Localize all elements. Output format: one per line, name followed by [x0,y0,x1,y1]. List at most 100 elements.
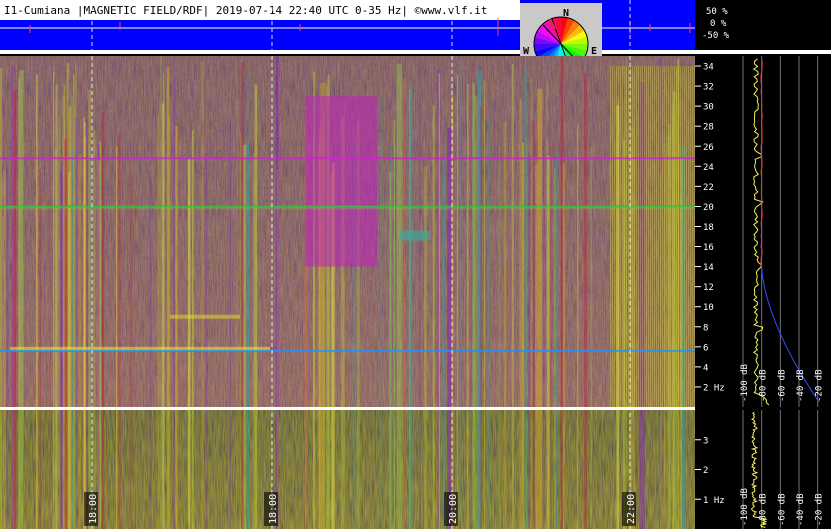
spectrogram-streak [682,66,683,407]
spectrum-panel-background [731,56,831,529]
zoom-streak [437,410,440,529]
time-tick-label: 22:00 [626,494,637,524]
frequency-tick-label: 10 [703,303,714,313]
zoom-streak [187,410,191,529]
frequency-tick-label: 22 [703,183,714,193]
zoom-streak [590,410,592,529]
spectrogram-streak [254,84,258,407]
zoom-streak [13,410,17,529]
spectrum-db-label: -100 dB [740,364,750,402]
zoom-streak [526,410,528,529]
spectrogram-streak [5,167,9,407]
zoom-streak [191,410,194,529]
spectrogram-streak [487,117,490,407]
zoom-streak [537,410,543,529]
spectrogram-streak [644,66,645,407]
zoom-streak [239,410,242,529]
spectrogram-streak [674,66,675,407]
spectrogram-streak [390,145,392,407]
resonance-line [0,206,695,210]
spectrogram-streak [692,66,693,407]
spectrogram-streak [642,66,643,407]
spectrogram-streak [419,82,421,407]
time-tick-label: 18:00 [268,494,279,524]
zoom-streak [160,410,162,529]
zoom-streak [390,410,392,529]
spectrogram-streak [654,66,655,407]
spectrum-db-label: -60 dB [777,493,787,526]
spectrogram-streak [646,66,647,407]
spectrogram-streak [92,130,96,407]
spectrogram-streak [688,66,689,407]
zoom-streak [319,410,323,529]
zoom-streak [535,410,538,529]
zoom-streak [530,410,533,529]
frequency-tick-label: 6 [703,343,708,353]
spectrogram-streak [664,66,665,407]
spectrogram-streak [432,105,435,407]
spectrogram-streak [205,152,208,407]
frequency-tick-label: 14 [703,263,714,273]
spectrogram-streak [472,82,475,407]
spectrogram-streak [528,153,530,407]
zoom-streak [101,410,105,529]
spectrogram-streak [160,56,162,407]
spectrum-panel: -100 dB -100 dB -80 dB -80 dB -60 dB -60 dB -4… [731,56,831,529]
spectrogram-streak [163,73,165,407]
frequency-tick-label: 2 [703,466,708,476]
header-strip: I1-Cumiana |MAGNETIC FIELD/RDF| 2019-07-… [0,0,831,54]
zoom-streak [35,410,38,529]
frequency-tick-label: 8 [703,323,708,333]
spectrogram-streak [546,81,548,407]
spectrogram-streak [694,66,695,407]
spectrogram-streak [620,66,621,407]
zoom-streak [409,410,413,529]
zoom-streak [326,410,329,529]
frequency-tick-label: 2 Hz [703,383,725,393]
teal-patch [400,230,430,241]
zoom-streak [424,410,427,529]
zoom-streak [549,410,552,529]
zoom-streak [419,410,421,529]
spectrogram-streak [658,66,659,407]
spectrogram-streak [562,163,565,407]
spectrogram-streak [129,168,133,407]
spectrogram-streak [458,60,462,407]
zoom-streak [19,410,24,529]
zoom-streak [253,410,255,529]
spectrogram-streak [116,146,118,407]
spectrogram-streak [173,78,175,407]
spectrogram-streak [684,66,685,407]
spectrogram-streak [686,66,687,407]
spectrogram-streak [638,66,639,407]
spectrogram-streak [83,117,85,407]
spectrogram-streak [577,124,579,407]
spectrogram-streak [483,80,486,407]
zoom-streak [129,410,133,529]
zoom-streak [542,410,545,529]
spectrogram-streak [618,66,619,407]
polarization-tick-neg50: -50 % [702,31,730,41]
spectrogram-chart: I1-Cumiana |MAGNETIC FIELD/RDF| 2019-07-… [0,0,831,529]
spectrogram-streak [542,110,545,407]
zoom-streak [562,410,565,529]
zoom-streak [483,410,486,529]
zoom-streak [498,410,501,529]
spectrogram-streak [660,66,661,407]
zoom-streak [617,410,620,529]
zoom-streak [663,410,666,529]
zoom-streak [432,410,435,529]
spectrum-db-label: -20 dB [815,493,825,526]
resonance-line [0,349,695,352]
spectrogram-streak [380,98,382,407]
spectrogram-streak [640,66,641,407]
spectrogram-streak [630,66,631,407]
zoom-streak [356,410,360,529]
spectrogram-streak [35,74,38,407]
frequency-tick-label: 20 [703,203,714,213]
spectrum-db-label: -60 dB [777,369,787,402]
frequency-tick-label: 3 [703,436,708,446]
spectrogram-streak [52,71,55,407]
zoom-streak [675,410,678,529]
spectrogram-streak [668,66,669,407]
